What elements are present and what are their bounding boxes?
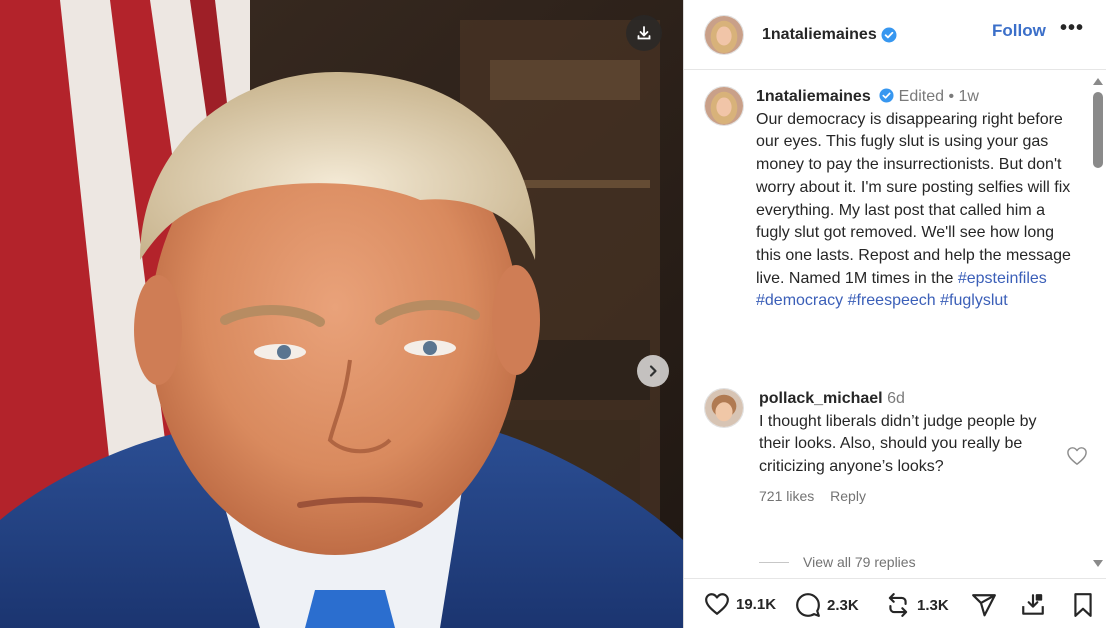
post-author-username[interactable]: 1nataliemaines xyxy=(762,26,877,44)
comment-text: I thought liberals didn’t judge people b… xyxy=(759,412,1037,476)
avatar[interactable] xyxy=(704,14,744,55)
post-sidebar: 1nataliemaines Follow ••• 1nataliemaines xyxy=(683,0,1106,628)
download-button[interactable] xyxy=(626,15,662,51)
next-image-button[interactable] xyxy=(637,355,669,387)
comments-scroll-area[interactable]: 1nataliemaines Edited • 1w Our democracy… xyxy=(684,70,1106,577)
avatar[interactable] xyxy=(704,86,744,126)
comment-button[interactable]: 2.3K xyxy=(795,592,859,618)
comment-count: 2.3K xyxy=(827,596,859,614)
comment-reply-button[interactable]: Reply xyxy=(830,488,866,504)
comment-likes-count[interactable]: 721 likes xyxy=(759,488,814,504)
post-caption: 1nataliemaines Edited • 1w Our democracy… xyxy=(704,86,1074,313)
repost-button[interactable]: 1.3K xyxy=(885,592,949,618)
share-icon xyxy=(972,594,996,617)
save-to-device-icon xyxy=(1022,594,1044,615)
bookmark-button[interactable] xyxy=(1072,592,1094,618)
user-avatar-image xyxy=(705,87,743,125)
chevron-right-icon xyxy=(649,365,657,377)
post-header: 1nataliemaines Follow ••• xyxy=(684,0,1106,70)
comment-username[interactable]: pollack_michael xyxy=(759,390,883,407)
post-actions-bar: 19.1K 2.3K 1.3K xyxy=(684,578,1106,628)
repost-icon xyxy=(888,593,908,617)
follow-button[interactable]: Follow xyxy=(992,21,1046,41)
caption-body: 1nataliemaines Edited • 1w Our democracy… xyxy=(756,86,1074,313)
like-button[interactable]: 19.1K xyxy=(704,592,776,616)
caption-username[interactable]: 1nataliemaines xyxy=(756,88,871,105)
verified-badge-icon xyxy=(881,27,897,42)
repost-count: 1.3K xyxy=(917,596,949,614)
hashtag-link[interactable]: #fuglyslut xyxy=(940,292,1008,309)
view-replies-button[interactable]: View all 79 replies xyxy=(759,554,916,570)
scrollbar[interactable] xyxy=(1090,72,1106,577)
caption-text: Our democracy is disappearing right befo… xyxy=(756,110,1071,287)
save-to-device-button[interactable] xyxy=(1020,592,1046,618)
scroll-up-arrow[interactable] xyxy=(1093,78,1103,85)
download-icon xyxy=(637,26,651,40)
verified-badge-icon xyxy=(879,88,894,103)
scrollbar-thumb[interactable] xyxy=(1093,92,1103,168)
bookmark-icon xyxy=(1074,593,1092,617)
caption-meta: Edited • 1w xyxy=(898,88,979,105)
avatar[interactable] xyxy=(704,388,744,428)
user-avatar-image xyxy=(705,15,743,54)
view-replies-label: View all 79 replies xyxy=(803,554,916,570)
replies-divider xyxy=(759,561,789,563)
like-count: 19.1K xyxy=(736,595,777,613)
hashtag-link[interactable]: #freespeech xyxy=(848,292,936,309)
share-button[interactable] xyxy=(971,592,997,618)
heart-icon[interactable] xyxy=(1066,446,1088,466)
post-photo xyxy=(0,0,683,628)
commenter-avatar-image xyxy=(705,389,743,427)
comment-actions: 721 likes Reply xyxy=(759,485,1049,508)
comment-icon xyxy=(796,593,820,617)
heart-icon xyxy=(705,593,729,615)
comment-item: pollack_michael 6d I thought liberals di… xyxy=(704,388,1087,508)
more-options-button[interactable]: ••• xyxy=(1060,17,1084,40)
hashtag-link[interactable]: #epsteinfiles xyxy=(958,270,1047,287)
hashtag-link[interactable]: #democracy xyxy=(756,292,843,309)
comment-time: 6d xyxy=(887,390,905,407)
comment-body: pollack_michael 6d I thought liberals di… xyxy=(759,388,1049,508)
scroll-down-arrow[interactable] xyxy=(1093,560,1103,567)
post-media[interactable] xyxy=(0,0,683,628)
